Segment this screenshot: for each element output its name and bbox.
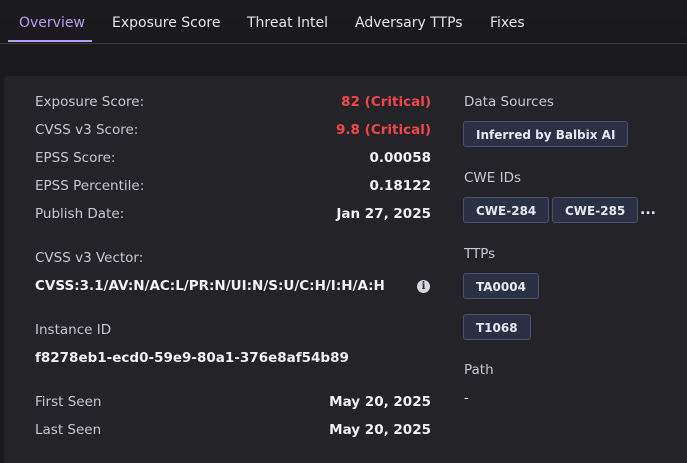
- epss-percentile-label: EPSS Percentile:: [35, 178, 145, 194]
- publish-date-value: Jan 27, 2025: [336, 206, 431, 222]
- cvss-vector-value: CVSS:3.1/AV:N/AC:L/PR:N/UI:N/S:U/C:H/I:H…: [35, 278, 385, 294]
- info-icon[interactable]: i: [417, 280, 430, 293]
- instance-id-value: f8278eb1-ecd0-59e9-80a1-376e8af54b89: [35, 350, 349, 366]
- tab-fixes[interactable]: Fixes: [490, 0, 525, 43]
- tab-exposure-score[interactable]: Exposure Score: [112, 0, 220, 43]
- epss-score-label: EPSS Score:: [35, 150, 116, 166]
- ttps-label: TTPs: [464, 246, 496, 262]
- exposure-score-label: Exposure Score:: [35, 94, 145, 110]
- overview-panel: Exposure Score: 82 (Critical) CVSS v3 Sc…: [4, 76, 687, 463]
- first-seen-label: First Seen: [35, 394, 102, 410]
- cvss-score-label: CVSS v3 Score:: [35, 122, 139, 138]
- tab-threat-intel[interactable]: Threat Intel: [247, 0, 328, 43]
- data-sources-label: Data Sources: [464, 94, 554, 110]
- epss-score-value: 0.00058: [369, 150, 432, 166]
- path-label: Path: [464, 362, 494, 378]
- cwe-ids-label: CWE IDs: [464, 170, 522, 186]
- cvss-vector-label: CVSS v3 Vector:: [35, 250, 144, 266]
- ttp-chip[interactable]: TA0004: [463, 273, 539, 299]
- first-seen-value: May 20, 2025: [329, 394, 431, 410]
- cwe-chip[interactable]: CWE-284: [463, 197, 550, 223]
- tab-adversary-ttps[interactable]: Adversary TTPs: [355, 0, 463, 43]
- epss-percentile-value: 0.18122: [369, 178, 432, 194]
- last-seen-value: May 20, 2025: [329, 422, 431, 438]
- active-tab-indicator: [8, 40, 92, 42]
- publish-date-label: Publish Date:: [35, 206, 125, 222]
- data-source-chip[interactable]: Inferred by Balbix AI: [463, 121, 629, 147]
- tab-bar: Overview Exposure Score Threat Intel Adv…: [0, 0, 687, 44]
- path-value: -: [464, 390, 469, 406]
- last-seen-label: Last Seen: [35, 422, 102, 438]
- instance-id-label: Instance ID: [35, 322, 112, 338]
- ttp-chip[interactable]: T1068: [463, 314, 531, 340]
- cwe-chip[interactable]: CWE-285: [552, 197, 639, 223]
- more-cwe-indicator[interactable]: ...: [640, 202, 656, 218]
- cvss-score-value: 9.8 (Critical): [336, 122, 431, 138]
- exposure-score-value: 82 (Critical): [341, 94, 431, 110]
- tab-overview[interactable]: Overview: [19, 0, 85, 43]
